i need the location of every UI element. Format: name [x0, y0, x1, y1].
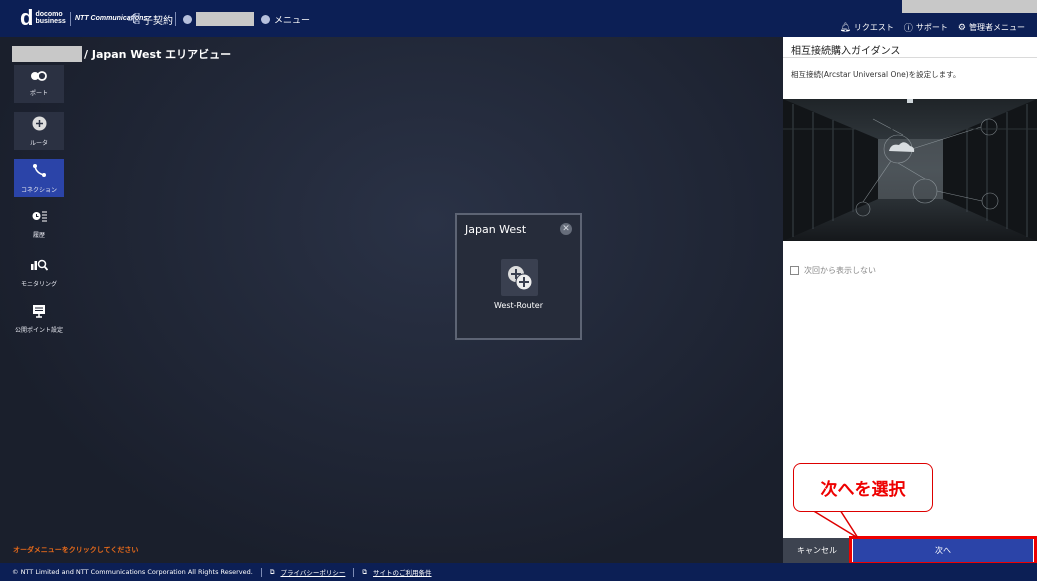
redacted-user-info — [902, 0, 1037, 13]
sidebar-item-connection[interactable]: コネクション — [14, 159, 64, 197]
divider — [175, 12, 176, 26]
request-label: リクエスト — [853, 23, 894, 32]
sidebar-item-public-point[interactable]: 公開ポイント設定 — [14, 300, 64, 338]
dont-show-again-option[interactable]: 次回から表示しない — [790, 265, 876, 276]
admin-menu-label: 管理者メニュー — [969, 23, 1025, 32]
order-hint-text: オーダメニューをクリックしてください — [13, 546, 139, 554]
area-view: / Japan West エリアビュー ポート ルータ コネクション 履歴 モニ… — [0, 37, 783, 563]
sidebar-item-label: 履歴 — [32, 232, 45, 239]
logo-text-top: docomo — [35, 11, 63, 18]
connection-icon — [32, 163, 47, 182]
checkbox-label: 次回から表示しない — [804, 266, 876, 275]
sidebar-item-port[interactable]: ポート — [14, 65, 64, 103]
logo-text: docomo business — [35, 11, 65, 25]
cancel-button[interactable]: キャンセル — [783, 538, 851, 563]
top-bar: d docomo business NTT Communications 子契約… — [0, 0, 1037, 37]
divider — [353, 567, 355, 577]
logo-text-bottom: business — [35, 18, 66, 25]
divider — [783, 57, 1037, 58]
router-label: West-Router — [493, 301, 544, 310]
dont-show-again-checkbox[interactable] — [790, 266, 799, 275]
menu-label: メニュー — [274, 16, 311, 26]
sidebar-item-monitoring[interactable]: モニタリング — [14, 253, 64, 291]
panel-description: 相互接続(Arcstar Universal One)を設定します。 — [791, 70, 961, 79]
request-link[interactable]: 🔔︎ リクエスト — [839, 21, 893, 34]
sidebar-item-router[interactable]: ルータ — [14, 112, 64, 150]
divider — [260, 567, 262, 577]
logo-mark: d — [20, 5, 34, 30]
area-card-title: Japan West — [465, 223, 527, 236]
chevron-circle-icon — [183, 14, 192, 24]
sidebar-item-label: ルータ — [29, 139, 48, 147]
terms-of-use-link[interactable]: サイトのご利用条件 — [373, 567, 432, 577]
sidebar-item-label: ポート — [29, 90, 48, 97]
sidebar-item-history[interactable]: 履歴 — [14, 206, 64, 244]
next-button[interactable]: 次へ — [853, 539, 1033, 562]
port-icon — [31, 71, 47, 85]
callout-box: 次へを選択 — [793, 463, 933, 512]
footer: © NTT Limited and NTT Communications Cor… — [0, 563, 1037, 581]
public-point-icon — [32, 304, 46, 322]
top-nav: 🔔︎ リクエスト ⓘ サポート ⚙ 管理者メニュー — [839, 21, 1025, 35]
gear-icon: ⚙ — [957, 22, 966, 33]
router-icon — [32, 116, 47, 135]
callout-tail — [810, 509, 859, 539]
callout-text: 次へを選択 — [820, 480, 906, 500]
datacenter-illustration — [783, 99, 1037, 241]
sub-contract-label: 子契約 — [143, 16, 173, 27]
monitoring-icon — [30, 257, 48, 276]
bell-icon: 🔔︎ — [839, 22, 851, 33]
sidebar-item-label: 公開ポイント設定 — [14, 327, 63, 334]
redacted-breadcrumb — [12, 46, 82, 62]
support-link[interactable]: ⓘ サポート — [904, 21, 948, 34]
close-icon[interactable]: ✕ — [560, 223, 572, 235]
docomo-business-logo[interactable]: d docomo business — [20, 5, 66, 30]
breadcrumb: / Japan West エリアビュー — [12, 46, 231, 62]
chevron-circle-icon — [261, 15, 270, 24]
sidebar-item-label: コネクション — [20, 186, 57, 194]
sidebar: ポート ルータ コネクション 履歴 モニタリング 公開ポイント設定 — [14, 65, 64, 347]
copyright-text: © NTT Limited and NTT Communications Cor… — [12, 568, 253, 576]
sidebar-item-label: モニタリング — [20, 280, 57, 288]
external-link-icon: ⧉ — [269, 567, 275, 576]
support-label: サポート — [915, 23, 948, 32]
sub-contract-selector[interactable]: 子契約 — [127, 12, 173, 27]
router-icon — [508, 266, 533, 291]
router-node[interactable] — [501, 259, 538, 296]
page-title: / Japan West エリアビュー — [84, 48, 232, 61]
history-icon — [32, 211, 47, 227]
help-icon: ⓘ — [903, 24, 913, 34]
area-card-japan-west[interactable]: Japan West ✕ West-Router — [455, 213, 582, 340]
panel-title: 相互接続購入ガイダンス — [791, 46, 901, 57]
privacy-policy-link[interactable]: プライバシーポリシー — [281, 567, 346, 577]
external-link-icon: ⧉ — [362, 567, 368, 576]
menu-button[interactable]: メニュー — [261, 13, 310, 26]
contract-selector[interactable] — [183, 12, 254, 26]
admin-menu-link[interactable]: ⚙ 管理者メニュー — [958, 21, 1025, 34]
org-tree-icon — [127, 12, 140, 27]
redacted-contract-name — [196, 12, 254, 26]
